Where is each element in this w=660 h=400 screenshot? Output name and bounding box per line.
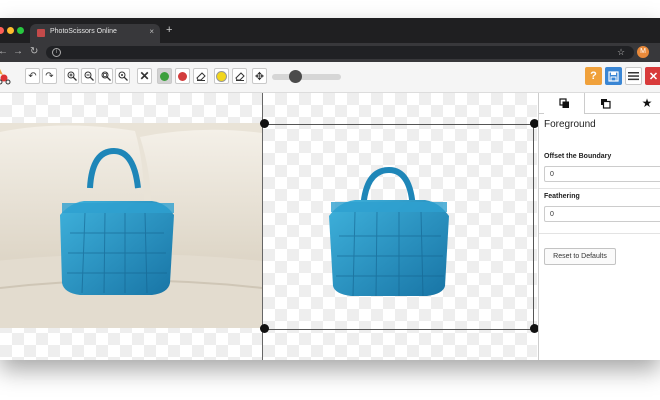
bookmark-star-icon[interactable]: ☆ xyxy=(617,46,625,58)
crop-border-right xyxy=(533,124,534,330)
crop-border-bottom xyxy=(263,329,537,330)
new-tab-button[interactable]: + xyxy=(166,25,172,36)
undo-icon[interactable]: ↶ xyxy=(25,68,40,84)
favicon-icon xyxy=(37,29,45,37)
eraser-icon[interactable] xyxy=(193,68,208,84)
foreground-tab[interactable] xyxy=(544,93,585,114)
forward-icon[interactable]: → xyxy=(13,46,23,58)
site-info-icon[interactable]: i xyxy=(52,48,61,57)
zoom-out-icon[interactable] xyxy=(81,68,96,84)
close-button[interactable]: ✕ xyxy=(645,67,660,85)
window-close-dot[interactable] xyxy=(0,27,4,34)
save-icon xyxy=(608,70,619,82)
settings-panel: ★ Foreground Offset the Boundary 0 Feath… xyxy=(538,93,660,360)
reset-defaults-button[interactable]: Reset to Defaults xyxy=(544,248,616,265)
original-image-pane[interactable] xyxy=(0,93,262,360)
profile-avatar[interactable]: M xyxy=(637,46,649,58)
favorites-star-icon[interactable]: ★ xyxy=(627,93,660,113)
browser-tab[interactable]: PhotoScissors Online × xyxy=(30,24,160,43)
foreground-tab-icon xyxy=(558,98,569,108)
address-bar: ← → ↻ i ☆ M xyxy=(0,43,660,62)
back-icon[interactable]: ← xyxy=(0,46,8,58)
zoom-actual-icon[interactable] xyxy=(98,68,113,84)
crop-handle-top-left[interactable] xyxy=(260,119,269,128)
browser-window: PhotoScissors Online × + ← → ↻ i ☆ M ↶ ↷ xyxy=(0,18,660,360)
feathering-field[interactable]: 0 xyxy=(544,206,660,222)
panel-separator xyxy=(539,233,660,234)
tab-close-icon[interactable]: × xyxy=(149,27,154,36)
slider-handle[interactable] xyxy=(289,70,302,83)
background-tab-icon xyxy=(600,98,611,109)
clear-icon[interactable]: ✕ xyxy=(137,68,152,84)
url-field[interactable]: i xyxy=(46,46,634,59)
color-picker-icon[interactable] xyxy=(214,68,229,84)
app-logo xyxy=(0,69,11,85)
window-minimize-dot[interactable] xyxy=(7,27,14,34)
cutout-bag xyxy=(329,166,449,297)
move-icon[interactable]: ✥ xyxy=(252,68,267,84)
panel-tabs: ★ xyxy=(539,93,660,114)
tab-title: PhotoScissors Online xyxy=(50,28,117,35)
menu-button[interactable] xyxy=(625,67,642,85)
zoom-in-icon[interactable] xyxy=(64,68,79,84)
feathering-label: Feathering xyxy=(544,193,580,200)
app-toolbar: ↶ ↷ ✕ ✥ ? ✕ xyxy=(0,62,660,93)
result-image-pane[interactable] xyxy=(263,93,537,360)
foreground-marker-icon[interactable] xyxy=(157,68,172,84)
panel-title: Foreground xyxy=(544,119,596,130)
offset-label: Offset the Boundary xyxy=(544,153,612,160)
background-marker-icon[interactable] xyxy=(175,68,190,84)
zoom-fit-icon[interactable] xyxy=(115,68,130,84)
crop-handle-bottom-left[interactable] xyxy=(260,324,269,333)
help-button[interactable]: ? xyxy=(585,67,602,85)
background-tab[interactable] xyxy=(585,93,625,113)
window-zoom-dot[interactable] xyxy=(17,27,24,34)
browser-tab-strip: PhotoScissors Online × + xyxy=(0,18,660,43)
offset-field[interactable]: 0 xyxy=(544,166,660,182)
panel-separator xyxy=(539,188,660,189)
brush-size-slider[interactable] xyxy=(272,74,341,80)
hamburger-icon xyxy=(628,72,639,81)
save-button[interactable] xyxy=(605,67,622,85)
hair-eraser-icon[interactable] xyxy=(232,68,247,84)
reload-icon[interactable]: ↻ xyxy=(30,46,38,58)
original-photo xyxy=(0,123,262,328)
crop-border-top xyxy=(263,124,537,125)
redo-icon[interactable]: ↷ xyxy=(42,68,57,84)
